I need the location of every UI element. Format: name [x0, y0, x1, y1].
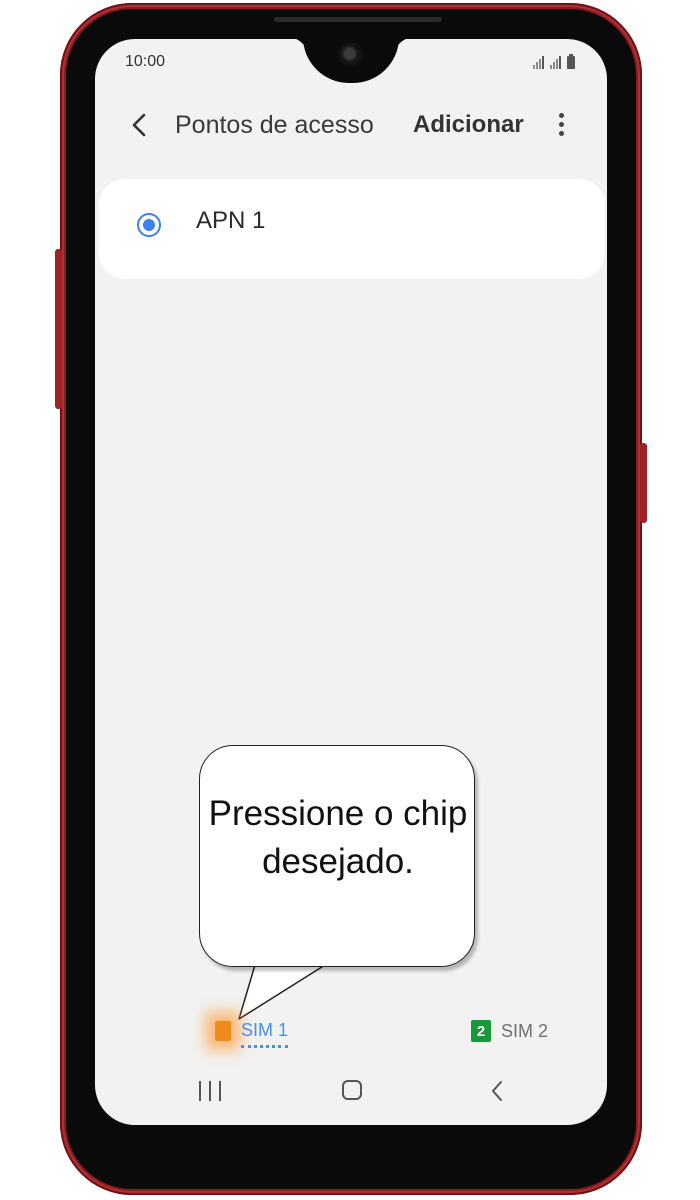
back-icon[interactable]	[489, 1079, 505, 1103]
power-button	[640, 443, 647, 523]
recent-apps-icon[interactable]	[199, 1081, 221, 1101]
earpiece-slot	[274, 17, 442, 22]
navigation-bar	[95, 1069, 607, 1113]
page-title: Pontos de acesso	[175, 111, 374, 139]
volume-button	[55, 249, 62, 409]
more-vertical-icon[interactable]	[553, 109, 569, 141]
tab-sim-2-label: SIM 2	[501, 1020, 549, 1041]
apn-name: APN 1	[196, 207, 266, 234]
phone-screen: 10:00 Pontos de acesso Adicionar APN 1 P…	[95, 39, 607, 1125]
callout-text: Pressione o chip desejado.	[208, 794, 468, 881]
chevron-left-icon[interactable]	[127, 111, 151, 139]
signal-sim2-icon	[550, 56, 561, 69]
instruction-callout: Pressione o chip desejado.	[199, 745, 475, 967]
add-button[interactable]: Adicionar	[413, 111, 524, 139]
signal-sim1-icon	[533, 56, 544, 69]
phone-frame: 10:00 Pontos de acesso Adicionar APN 1 P…	[55, 3, 647, 1195]
home-icon[interactable]	[342, 1080, 362, 1100]
front-camera	[338, 42, 364, 68]
status-time: 10:00	[125, 53, 166, 70]
sim-card-icon	[215, 1021, 231, 1041]
tab-sim-1-label: SIM 1	[241, 1020, 289, 1048]
battery-icon	[567, 54, 575, 69]
app-header: Pontos de acesso Adicionar	[95, 103, 607, 147]
apn-list-item[interactable]: APN 1	[99, 179, 605, 279]
tab-sim-2[interactable]: 2 SIM 2	[471, 1011, 548, 1051]
phone-bezel: 10:00 Pontos de acesso Adicionar APN 1 P…	[66, 9, 636, 1189]
apn-radio-selected[interactable]	[137, 213, 161, 237]
sim-2-icon: 2	[471, 1020, 491, 1042]
status-icons	[533, 53, 575, 69]
tab-sim-1[interactable]: SIM 1	[215, 1011, 289, 1051]
